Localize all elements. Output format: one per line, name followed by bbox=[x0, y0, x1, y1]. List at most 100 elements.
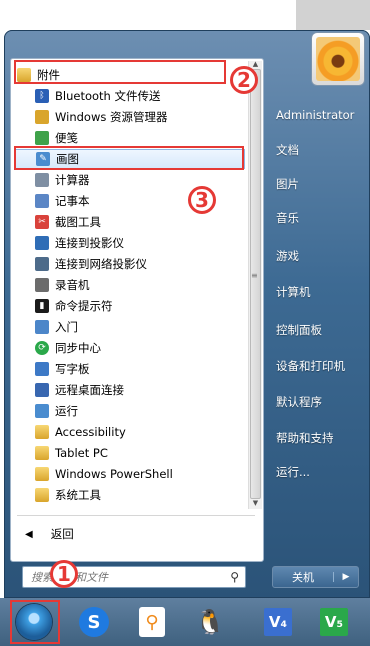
program-folder-system-tools[interactable]: 系统工具 bbox=[11, 485, 247, 505]
v4-icon: V₄ bbox=[264, 608, 292, 636]
folder-icon bbox=[35, 446, 49, 460]
program-label: 连接到投影仪 bbox=[55, 236, 124, 250]
v5-icon: V₅ bbox=[320, 608, 348, 636]
programs-scrollbar[interactable]: ▲ ≡ ▼ bbox=[248, 60, 262, 509]
program-label: Tablet PC bbox=[55, 446, 108, 460]
run-icon bbox=[35, 404, 49, 418]
bluetooth-icon: ᛒ bbox=[35, 89, 49, 103]
program-label: Bluetooth 文件传送 bbox=[55, 89, 161, 103]
right-item-games[interactable]: 游戏 bbox=[276, 248, 364, 264]
step-badge-2: 2 bbox=[230, 66, 258, 94]
back-divider bbox=[17, 515, 255, 516]
program-item-network-projector[interactable]: 连接到网络投影仪 bbox=[11, 254, 247, 274]
program-label: 同步中心 bbox=[55, 341, 101, 355]
back-arrow-icon: ◀ bbox=[25, 528, 33, 540]
folder-icon bbox=[35, 488, 49, 502]
program-item-sound-recorder[interactable]: 录音机 bbox=[11, 275, 247, 295]
program-folder-accessibility[interactable]: Accessibility bbox=[11, 422, 247, 442]
scroll-thumb[interactable] bbox=[250, 69, 261, 499]
qq-penguin-icon: 🐧 bbox=[195, 608, 225, 636]
wordpad-icon bbox=[35, 362, 49, 376]
right-item-control-panel[interactable]: 控制面板 bbox=[276, 322, 364, 338]
program-label: 便笺 bbox=[55, 131, 78, 145]
command-prompt-icon: ▮ bbox=[35, 299, 49, 313]
sogou-icon: S bbox=[79, 607, 109, 637]
programs-pane: 附件 ᛒ Bluetooth 文件传送 Windows 资源管理器 便笺 ✎ 画… bbox=[10, 58, 264, 562]
program-item-bluetooth[interactable]: ᛒ Bluetooth 文件传送 bbox=[11, 86, 247, 106]
programs-list: 附件 ᛒ Bluetooth 文件传送 Windows 资源管理器 便笺 ✎ 画… bbox=[11, 59, 247, 511]
right-item-pictures[interactable]: 图片 bbox=[276, 176, 364, 192]
highlight-start-button bbox=[10, 600, 60, 644]
user-avatar[interactable] bbox=[312, 33, 364, 85]
flower-icon bbox=[316, 37, 360, 81]
program-label: 命令提示符 bbox=[55, 299, 113, 313]
right-item-computer[interactable]: 计算机 bbox=[276, 284, 364, 300]
program-label: 系统工具 bbox=[55, 488, 101, 502]
snipping-tool-icon: ✂ bbox=[35, 215, 49, 229]
back-button[interactable]: ◀ 返回 bbox=[11, 523, 247, 545]
folder-icon bbox=[35, 425, 49, 439]
program-item-run[interactable]: 运行 bbox=[11, 401, 247, 421]
program-label: 远程桌面连接 bbox=[55, 383, 124, 397]
program-label: 录音机 bbox=[55, 278, 90, 292]
program-label: Windows PowerShell bbox=[55, 467, 173, 481]
folder-icon bbox=[35, 467, 49, 481]
step-badge-1: 1 bbox=[50, 560, 78, 588]
microphone-icon bbox=[35, 278, 49, 292]
scroll-grip-icon: ≡ bbox=[251, 271, 258, 280]
calculator-icon bbox=[35, 173, 49, 187]
program-item-sync-center[interactable]: ⟳ 同步中心 bbox=[11, 338, 247, 358]
program-label: 记事本 bbox=[55, 194, 90, 208]
shutdown-options-arrow-icon[interactable]: ▶ bbox=[333, 572, 358, 582]
shutdown-button[interactable]: 关机 ▶ bbox=[272, 566, 359, 588]
right-item-user[interactable]: Administrator bbox=[276, 108, 364, 122]
right-item-devices-printers[interactable]: 设备和打印机 bbox=[276, 358, 364, 374]
taskbar-app-v4[interactable]: V₄ bbox=[258, 602, 298, 642]
sync-center-icon: ⟳ bbox=[35, 341, 49, 355]
right-item-default-programs[interactable]: 默认程序 bbox=[276, 394, 364, 410]
shutdown-label: 关机 bbox=[292, 571, 314, 584]
highlight-accessories bbox=[14, 60, 226, 84]
program-item-wordpad[interactable]: 写字板 bbox=[11, 359, 247, 379]
program-label: 计算器 bbox=[55, 173, 90, 187]
getting-started-icon bbox=[35, 320, 49, 334]
program-label: 连接到网络投影仪 bbox=[55, 257, 147, 271]
taskbar-app-v5[interactable]: V₅ bbox=[314, 602, 354, 642]
highlight-paint bbox=[14, 146, 244, 170]
program-item-remote-desktop[interactable]: 远程桌面连接 bbox=[11, 380, 247, 400]
right-item-run[interactable]: 运行... bbox=[276, 464, 364, 480]
program-item-projector[interactable]: 连接到投影仪 bbox=[11, 233, 247, 253]
right-item-music[interactable]: 音乐 bbox=[276, 210, 364, 226]
network-projector-icon bbox=[35, 257, 49, 271]
right-item-help-support[interactable]: 帮助和支持 bbox=[276, 430, 364, 446]
program-item-sticky-notes[interactable]: 便笺 bbox=[11, 128, 247, 148]
program-item-calculator[interactable]: 计算器 bbox=[11, 170, 247, 190]
program-label: Windows 资源管理器 bbox=[55, 110, 168, 124]
scroll-down-arrow-icon[interactable]: ▼ bbox=[249, 498, 262, 508]
back-label: 返回 bbox=[50, 527, 74, 541]
notepad-icon bbox=[35, 194, 49, 208]
program-label: 运行 bbox=[55, 404, 78, 418]
taskbar-app-magnifier[interactable]: ⚲ bbox=[132, 602, 172, 642]
desktop-gray-strip bbox=[296, 0, 370, 30]
projector-icon bbox=[35, 236, 49, 250]
program-label: 写字板 bbox=[55, 362, 90, 376]
program-item-cmd[interactable]: ▮ 命令提示符 bbox=[11, 296, 247, 316]
step-badge-3: 3 bbox=[188, 186, 216, 214]
taskbar-app-qq[interactable]: 🐧 bbox=[190, 602, 230, 642]
program-folder-powershell[interactable]: Windows PowerShell bbox=[11, 464, 247, 484]
taskbar-app-s[interactable]: S bbox=[74, 602, 114, 642]
sticky-note-icon bbox=[35, 131, 49, 145]
program-item-snipping-tool[interactable]: ✂ 截图工具 bbox=[11, 212, 247, 232]
remote-desktop-icon bbox=[35, 383, 49, 397]
magnifier-document-icon: ⚲ bbox=[139, 607, 165, 637]
program-label: Accessibility bbox=[55, 425, 126, 439]
right-item-documents[interactable]: 文档 bbox=[276, 142, 364, 158]
program-label: 截图工具 bbox=[55, 215, 101, 229]
explorer-icon bbox=[35, 110, 49, 124]
program-label: 入门 bbox=[55, 320, 78, 334]
search-icon[interactable]: ⚲ bbox=[230, 570, 239, 584]
program-item-explorer[interactable]: Windows 资源管理器 bbox=[11, 107, 247, 127]
program-item-getting-started[interactable]: 入门 bbox=[11, 317, 247, 337]
program-folder-tablet-pc[interactable]: Tablet PC bbox=[11, 443, 247, 463]
